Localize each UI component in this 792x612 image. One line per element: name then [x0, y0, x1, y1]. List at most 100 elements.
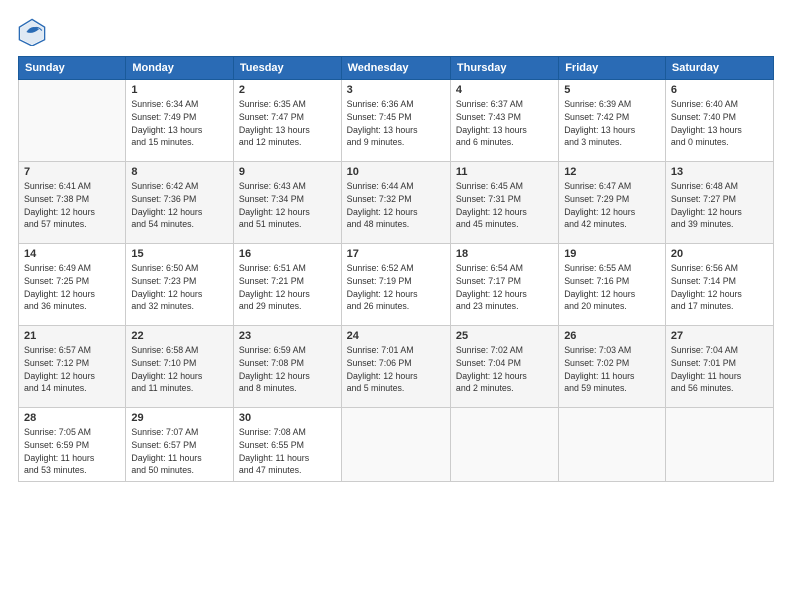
calendar-cell: 14 Sunrise: 6:49 AM Sunset: 7:25 PM Dayli… [19, 244, 126, 326]
day-info: Sunrise: 6:56 AM Sunset: 7:14 PM Dayligh… [671, 262, 768, 313]
calendar-cell: 12Sunrise: 6:47 AM Sunset: 7:29 PM Dayli… [559, 162, 666, 244]
calendar-week-4: 21 Sunrise: 6:57 AM Sunset: 7:12 PM Dayli… [19, 326, 774, 408]
day-number: 3 [347, 84, 445, 96]
day-info: Sunrise: 6:55 AM Sunset: 7:16 PM Dayligh… [564, 262, 660, 313]
day-number: 9 [239, 166, 336, 178]
calendar-cell: 20 Sunrise: 6:56 AM Sunset: 7:14 PM Dayli… [665, 244, 773, 326]
calendar-cell: 4Sunrise: 6:37 AM Sunset: 7:43 PM Daylig… [450, 80, 558, 162]
calendar-cell [19, 80, 126, 162]
column-header-monday: Monday [126, 57, 234, 80]
day-info: Sunrise: 6:44 AM Sunset: 7:32 PM Dayligh… [347, 180, 445, 231]
day-number: 26 [564, 330, 660, 342]
day-info: Sunrise: 6:50 AM Sunset: 7:23 PM Dayligh… [131, 262, 228, 313]
calendar-cell: 13Sunrise: 6:48 AM Sunset: 7:27 PM Dayli… [665, 162, 773, 244]
day-number: 15 [131, 248, 228, 260]
day-info: Sunrise: 6:37 AM Sunset: 7:43 PM Dayligh… [456, 98, 553, 149]
column-header-thursday: Thursday [450, 57, 558, 80]
column-header-saturday: Saturday [665, 57, 773, 80]
day-number: 10 [347, 166, 445, 178]
day-number: 19 [564, 248, 660, 260]
day-info: Sunrise: 7:04 AM Sunset: 7:01 PM Dayligh… [671, 344, 768, 395]
day-info: Sunrise: 6:43 AM Sunset: 7:34 PM Dayligh… [239, 180, 336, 231]
column-header-sunday: Sunday [19, 57, 126, 80]
calendar-week-1: 1 Sunrise: 6:34 AM Sunset: 7:49 PM Daylig… [19, 80, 774, 162]
calendar-cell: 19 Sunrise: 6:55 AM Sunset: 7:16 PM Dayli… [559, 244, 666, 326]
calendar-cell [665, 408, 773, 482]
calendar-week-2: 7 Sunrise: 6:41 AM Sunset: 7:38 PM Daylig… [19, 162, 774, 244]
logo-icon [18, 18, 46, 46]
day-info: Sunrise: 6:42 AM Sunset: 7:36 PM Dayligh… [131, 180, 228, 231]
column-header-tuesday: Tuesday [233, 57, 341, 80]
calendar-cell: 24Sunrise: 7:01 AM Sunset: 7:06 PM Dayli… [341, 326, 450, 408]
day-number: 23 [239, 330, 336, 342]
calendar-cell: 8 Sunrise: 6:42 AM Sunset: 7:36 PM Daylig… [126, 162, 234, 244]
day-number: 28 [24, 412, 120, 424]
day-info: Sunrise: 6:48 AM Sunset: 7:27 PM Dayligh… [671, 180, 768, 231]
day-info: Sunrise: 6:52 AM Sunset: 7:19 PM Dayligh… [347, 262, 445, 313]
day-info: Sunrise: 6:45 AM Sunset: 7:31 PM Dayligh… [456, 180, 553, 231]
day-number: 8 [131, 166, 228, 178]
day-info: Sunrise: 6:59 AM Sunset: 7:08 PM Dayligh… [239, 344, 336, 395]
calendar-cell: 5Sunrise: 6:39 AM Sunset: 7:42 PM Daylig… [559, 80, 666, 162]
day-number: 20 [671, 248, 768, 260]
day-number: 16 [239, 248, 336, 260]
day-number: 5 [564, 84, 660, 96]
day-info: Sunrise: 6:58 AM Sunset: 7:10 PM Dayligh… [131, 344, 228, 395]
logo [18, 18, 50, 46]
calendar-cell: 26 Sunrise: 7:03 AM Sunset: 7:02 PM Dayli… [559, 326, 666, 408]
day-number: 24 [347, 330, 445, 342]
day-number: 25 [456, 330, 553, 342]
day-info: Sunrise: 7:02 AM Sunset: 7:04 PM Dayligh… [456, 344, 553, 395]
calendar-cell: 29 Sunrise: 7:07 AM Sunset: 6:57 PM Dayli… [126, 408, 234, 482]
day-info: Sunrise: 7:03 AM Sunset: 7:02 PM Dayligh… [564, 344, 660, 395]
day-info: Sunrise: 7:08 AM Sunset: 6:55 PM Dayligh… [239, 426, 336, 477]
day-number: 30 [239, 412, 336, 424]
day-number: 22 [131, 330, 228, 342]
day-number: 17 [347, 248, 445, 260]
calendar-cell: 22 Sunrise: 6:58 AM Sunset: 7:10 PM Dayli… [126, 326, 234, 408]
day-number: 7 [24, 166, 120, 178]
calendar-cell [559, 408, 666, 482]
calendar-cell: 1 Sunrise: 6:34 AM Sunset: 7:49 PM Daylig… [126, 80, 234, 162]
day-info: Sunrise: 6:51 AM Sunset: 7:21 PM Dayligh… [239, 262, 336, 313]
page: SundayMondayTuesdayWednesdayThursdayFrid… [0, 0, 792, 612]
day-info: Sunrise: 6:54 AM Sunset: 7:17 PM Dayligh… [456, 262, 553, 313]
calendar-cell [450, 408, 558, 482]
day-info: Sunrise: 6:41 AM Sunset: 7:38 PM Dayligh… [24, 180, 120, 231]
calendar-cell: 2 Sunrise: 6:35 AM Sunset: 7:47 PM Daylig… [233, 80, 341, 162]
calendar-cell: 30 Sunrise: 7:08 AM Sunset: 6:55 PM Dayli… [233, 408, 341, 482]
day-number: 29 [131, 412, 228, 424]
column-header-friday: Friday [559, 57, 666, 80]
calendar-cell: 25 Sunrise: 7:02 AM Sunset: 7:04 PM Dayli… [450, 326, 558, 408]
calendar-cell: 17 Sunrise: 6:52 AM Sunset: 7:19 PM Dayli… [341, 244, 450, 326]
calendar-cell: 23 Sunrise: 6:59 AM Sunset: 7:08 PM Dayli… [233, 326, 341, 408]
day-number: 12 [564, 166, 660, 178]
calendar-cell: 6Sunrise: 6:40 AM Sunset: 7:40 PM Daylig… [665, 80, 773, 162]
calendar-cell: 9 Sunrise: 6:43 AM Sunset: 7:34 PM Daylig… [233, 162, 341, 244]
calendar-week-3: 14 Sunrise: 6:49 AM Sunset: 7:25 PM Dayli… [19, 244, 774, 326]
day-info: Sunrise: 6:36 AM Sunset: 7:45 PM Dayligh… [347, 98, 445, 149]
day-info: Sunrise: 6:57 AM Sunset: 7:12 PM Dayligh… [24, 344, 120, 395]
day-number: 1 [131, 84, 228, 96]
day-number: 2 [239, 84, 336, 96]
calendar-cell: 11Sunrise: 6:45 AM Sunset: 7:31 PM Dayli… [450, 162, 558, 244]
day-info: Sunrise: 7:05 AM Sunset: 6:59 PM Dayligh… [24, 426, 120, 477]
calendar-cell: 27 Sunrise: 7:04 AM Sunset: 7:01 PM Dayli… [665, 326, 773, 408]
calendar-week-5: 28 Sunrise: 7:05 AM Sunset: 6:59 PM Dayli… [19, 408, 774, 482]
calendar-cell: 7 Sunrise: 6:41 AM Sunset: 7:38 PM Daylig… [19, 162, 126, 244]
day-number: 27 [671, 330, 768, 342]
calendar-cell: 10 Sunrise: 6:44 AM Sunset: 7:32 PM Dayli… [341, 162, 450, 244]
calendar-cell: 16 Sunrise: 6:51 AM Sunset: 7:21 PM Dayli… [233, 244, 341, 326]
day-info: Sunrise: 6:34 AM Sunset: 7:49 PM Dayligh… [131, 98, 228, 149]
day-number: 14 [24, 248, 120, 260]
day-info: Sunrise: 6:35 AM Sunset: 7:47 PM Dayligh… [239, 98, 336, 149]
day-info: Sunrise: 7:07 AM Sunset: 6:57 PM Dayligh… [131, 426, 228, 477]
day-number: 18 [456, 248, 553, 260]
day-info: Sunrise: 6:49 AM Sunset: 7:25 PM Dayligh… [24, 262, 120, 313]
calendar-cell: 28 Sunrise: 7:05 AM Sunset: 6:59 PM Dayli… [19, 408, 126, 482]
day-number: 6 [671, 84, 768, 96]
day-number: 21 [24, 330, 120, 342]
calendar-cell: 15 Sunrise: 6:50 AM Sunset: 7:23 PM Dayli… [126, 244, 234, 326]
calendar-table: SundayMondayTuesdayWednesdayThursdayFrid… [18, 56, 774, 482]
calendar-header-row: SundayMondayTuesdayWednesdayThursdayFrid… [19, 57, 774, 80]
